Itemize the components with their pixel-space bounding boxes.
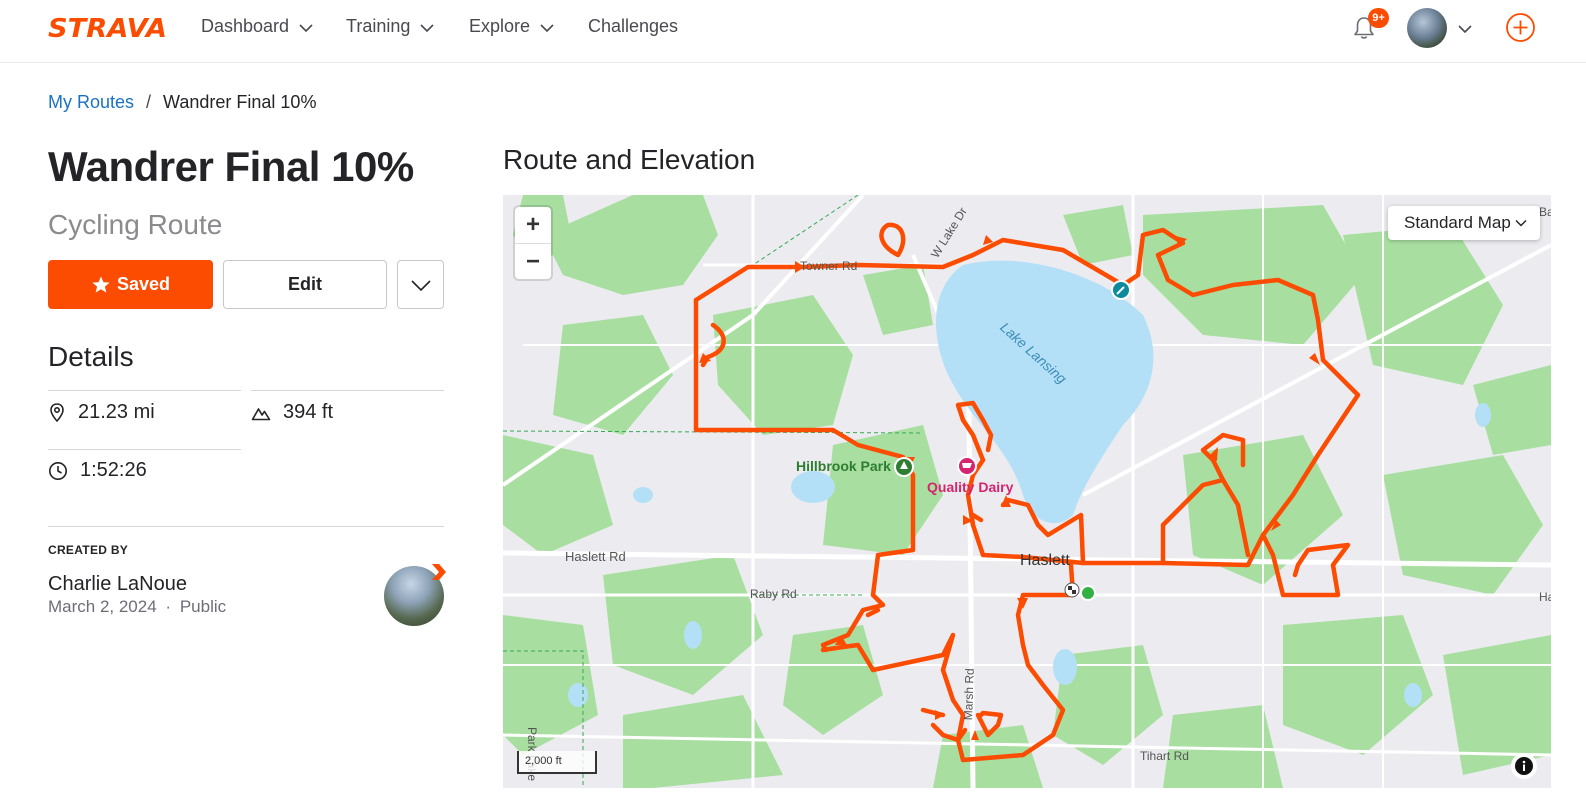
chevron-down-icon bbox=[540, 23, 554, 32]
elevation-stat: 394 ft bbox=[251, 401, 333, 424]
chevron-down-icon bbox=[299, 23, 313, 32]
more-actions-button[interactable] bbox=[397, 260, 444, 309]
road-label-haslett-rd: Haslett Rd bbox=[565, 549, 626, 564]
meta-dot: · bbox=[165, 597, 172, 616]
map-heading: Route and Elevation bbox=[503, 144, 756, 175]
time-value: 1:52:26 bbox=[80, 459, 147, 481]
location-pin-icon bbox=[50, 402, 64, 422]
road-label-raby: Raby Rd bbox=[750, 587, 797, 601]
info-icon[interactable] bbox=[1511, 753, 1537, 779]
nav-training-label: Training bbox=[346, 16, 411, 36]
distance-stat: 21.23 mi bbox=[48, 401, 155, 424]
route-map[interactable]: Towner Rd W Lake Dr Lake Lansing Hillbro… bbox=[503, 195, 1551, 788]
route-title: Wandrer Final 10% bbox=[48, 143, 414, 190]
chevron-down-icon bbox=[420, 23, 434, 32]
shop-poi-icon bbox=[957, 456, 977, 476]
nav-dashboard-label: Dashboard bbox=[201, 16, 290, 36]
route-type: Cycling Route bbox=[48, 209, 223, 240]
top-navigation: STRAVA Dashboard Training Explore Challe… bbox=[0, 0, 1586, 63]
breadcrumb-separator: / bbox=[146, 92, 152, 112]
nav-explore[interactable]: Explore bbox=[469, 16, 556, 37]
star-icon bbox=[92, 276, 110, 293]
creator-visibility: Public bbox=[179, 597, 227, 616]
section-divider bbox=[48, 526, 444, 527]
saved-button[interactable]: Saved bbox=[48, 260, 213, 309]
road-label-marsh: Marsh Rd bbox=[961, 668, 977, 721]
bike-shop-poi-icon bbox=[1111, 280, 1131, 300]
creator-name[interactable]: Charlie LaNoue bbox=[48, 573, 187, 596]
nav-training[interactable]: Training bbox=[346, 16, 436, 37]
map-style-value: Standard Map bbox=[1404, 213, 1511, 232]
details-heading: Details bbox=[48, 341, 134, 372]
creator-date: March 2, 2024 bbox=[48, 597, 157, 616]
clock-icon bbox=[49, 461, 67, 480]
poi-label-quality-dairy: Quality Dairy bbox=[927, 479, 1014, 495]
saved-button-label: Saved bbox=[116, 274, 171, 294]
finish-flag-icon bbox=[1064, 582, 1080, 598]
creator-meta: March 2, 2024 · Public bbox=[48, 597, 226, 617]
divider bbox=[251, 390, 444, 391]
zoom-in-button[interactable]: + bbox=[515, 207, 551, 243]
chevron-down-icon[interactable] bbox=[1456, 20, 1474, 38]
road-label-edge-north: Ba bbox=[1539, 205, 1551, 219]
park-poi-icon bbox=[894, 457, 914, 477]
divider bbox=[48, 390, 241, 391]
plus-circle-icon[interactable] bbox=[1505, 12, 1536, 43]
user-avatar[interactable] bbox=[1407, 8, 1447, 48]
poi-label-hillbrook: Hillbrook Park bbox=[796, 458, 891, 474]
road-label-edge-east: Ha bbox=[1539, 590, 1551, 604]
zoom-out-button[interactable]: − bbox=[515, 243, 551, 279]
nav-explore-label: Explore bbox=[469, 16, 531, 36]
nav-challenges[interactable]: Challenges bbox=[588, 16, 678, 37]
mountain-icon bbox=[251, 407, 271, 420]
start-marker-icon bbox=[1080, 585, 1096, 601]
elevation-value: 394 ft bbox=[283, 401, 334, 423]
divider bbox=[48, 449, 241, 450]
road-label-tihart: Tihart Rd bbox=[1140, 749, 1189, 763]
town-label-haslett: Haslett bbox=[1020, 552, 1070, 569]
distance-value: 21.23 mi bbox=[78, 401, 155, 423]
created-by-label: CREATED BY bbox=[48, 543, 129, 557]
nav-dashboard[interactable]: Dashboard bbox=[201, 16, 315, 37]
map-style-select[interactable]: Standard Map bbox=[1388, 206, 1540, 240]
zoom-controls: + − bbox=[515, 207, 551, 279]
breadcrumb-current: Wandrer Final 10% bbox=[163, 92, 317, 112]
subscriber-badge-icon bbox=[432, 564, 446, 580]
moving-time-stat: 1:52:26 bbox=[48, 459, 147, 482]
chevron-down-icon bbox=[1515, 219, 1527, 227]
strava-logo[interactable]: STRAVA bbox=[48, 14, 167, 44]
breadcrumb: My Routes / Wandrer Final 10% bbox=[48, 92, 316, 113]
nav-challenges-label: Challenges bbox=[588, 16, 679, 36]
map-canvas[interactable] bbox=[503, 195, 1551, 788]
notification-badge: 9+ bbox=[1368, 8, 1389, 28]
breadcrumb-my-routes[interactable]: My Routes bbox=[48, 92, 134, 113]
chevron-down-icon bbox=[410, 279, 431, 291]
road-label-towner: Towner Rd bbox=[800, 259, 858, 273]
edit-button[interactable]: Edit bbox=[223, 260, 387, 309]
map-scale: 2,000 ft bbox=[517, 751, 597, 774]
